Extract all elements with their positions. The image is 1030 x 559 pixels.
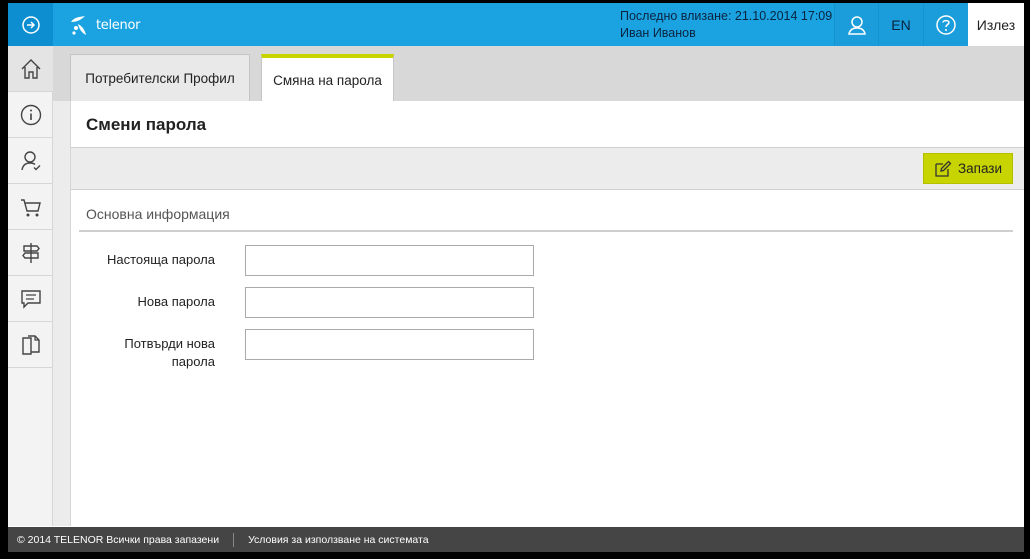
save-button-label: Запази [957,161,1003,176]
sidebar-item-cart[interactable] [8,184,53,230]
new-password-input[interactable] [245,287,534,318]
sidebar-nav [8,46,53,526]
language-button[interactable]: EN [878,3,923,46]
message-icon [20,289,41,309]
sidebar-item-home[interactable] [8,46,53,92]
home-icon [21,58,40,79]
section-title: Основна информация [86,206,230,222]
app-window: telenor Последно влизане: 21.10.2014 17:… [8,3,1024,552]
user-name: Иван Иванов [620,26,696,40]
main-content: Смени парола Запази Основна информация Н… [70,101,1024,526]
copyright-text: © 2014 TELENOR Всички права запазени [17,533,220,546]
last-login-text: Последно влизане: 21.10.2014 17:09 [620,9,833,23]
sidebar-item-info[interactable] [8,92,53,138]
tab-user-profile[interactable]: Потребителски Профил [70,54,250,101]
user-icon [847,15,866,35]
user-profile-button[interactable] [834,3,878,46]
sidebar-item-user[interactable] [8,138,53,184]
language-label: EN [891,16,911,33]
arrow-circle-right-icon [21,15,40,34]
signpost-icon [21,242,40,263]
logout-button[interactable]: Излез [968,3,1024,46]
footer-divider [233,532,235,547]
save-button[interactable]: Запази [923,153,1013,184]
new-password-label: Нова парола [137,294,215,309]
content-gutter [53,101,70,526]
terms-link[interactable]: Условия за използване на системата [248,534,429,546]
top-header: telenor Последно влизане: 21.10.2014 17:… [8,3,1024,46]
tab-user-profile-label: Потребителски Профил [85,70,235,86]
help-button[interactable] [923,3,968,46]
login-info: Последно влизане: 21.10.2014 17:09 Иван … [620,8,832,42]
info-icon [20,104,41,125]
tab-change-password-label: Смяна на парола [273,72,382,88]
menu-toggle-button[interactable] [8,3,53,46]
section-divider [79,230,1013,232]
sidebar-item-documents[interactable] [8,322,53,368]
cart-icon [20,198,41,216]
help-icon [936,14,956,35]
current-password-input[interactable] [245,245,534,276]
telenor-logo[interactable]: telenor [68,11,140,39]
footer: © 2014 TELENOR Всички права запазени Усл… [8,527,1024,552]
confirm-password-input[interactable] [245,329,534,360]
confirm-password-label: Потвърди нова парола [124,336,215,369]
documents-icon [21,334,40,355]
action-toolbar: Запази [71,147,1024,190]
page-title: Смени парола [86,115,207,134]
sidebar-item-messages[interactable] [8,276,53,322]
user-check-icon [20,150,40,170]
edit-icon [935,160,952,177]
logo-text: telenor [96,17,141,33]
sidebar-item-directions[interactable] [8,230,53,276]
current-password-label: Настояща парола [107,252,215,267]
tab-bar: Потребителски Профил Смяна на парола [53,46,1024,102]
telenor-propeller-icon [71,16,86,35]
tab-change-password[interactable]: Смяна на парола [261,54,394,102]
